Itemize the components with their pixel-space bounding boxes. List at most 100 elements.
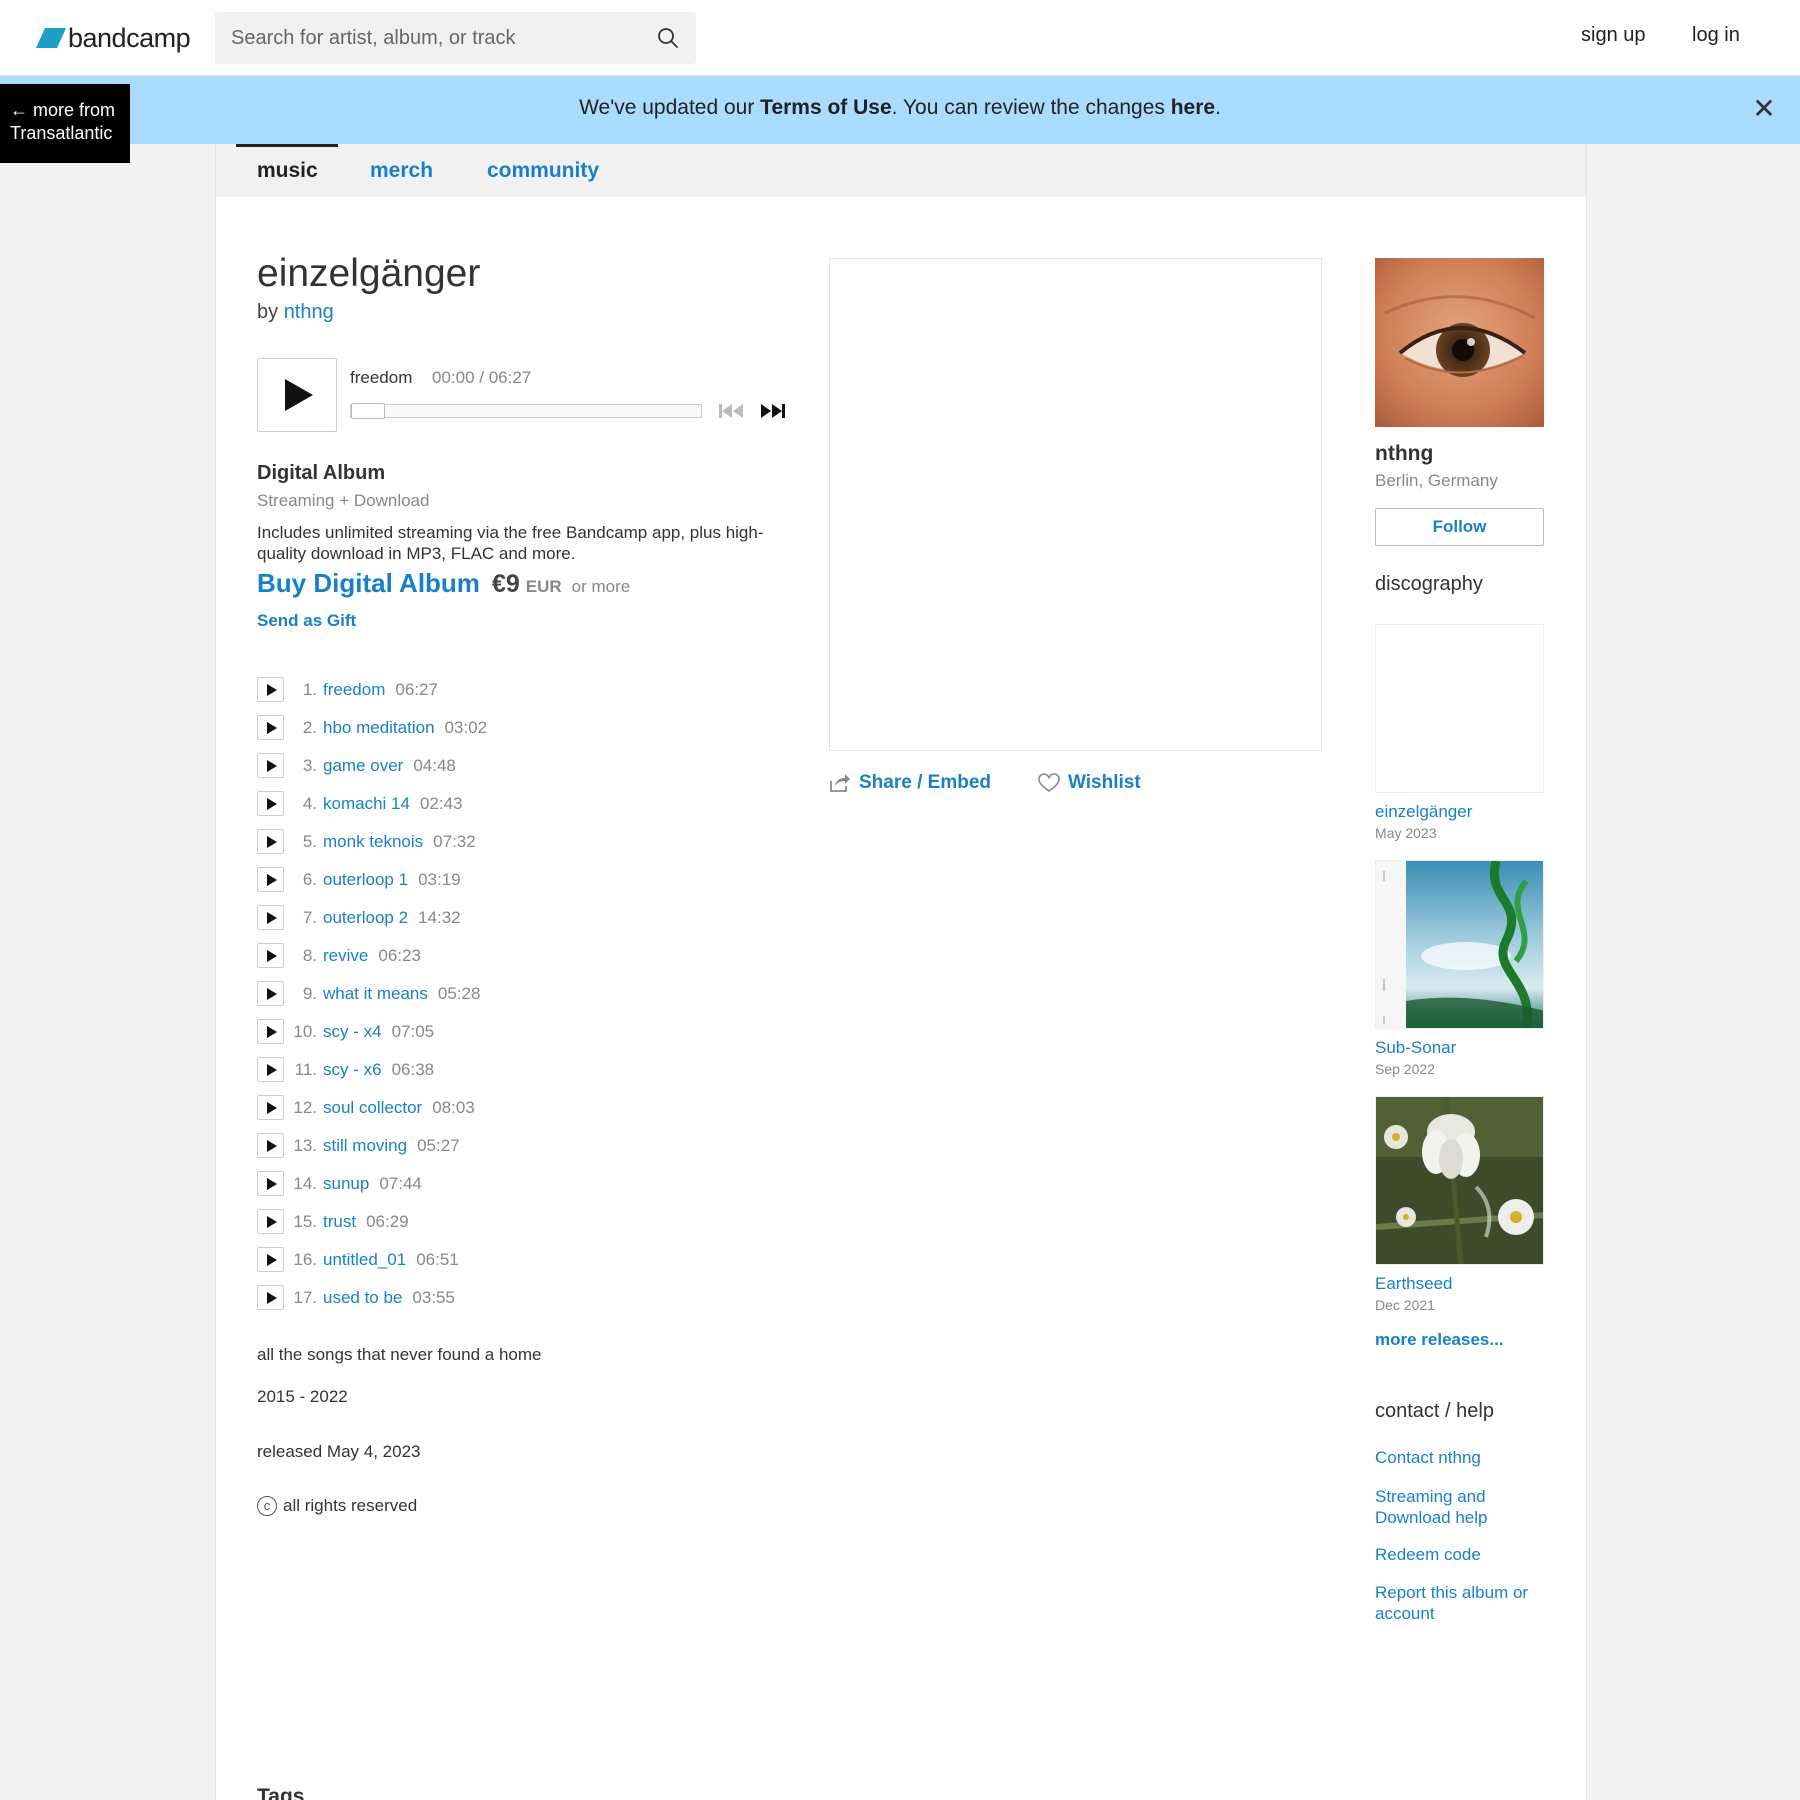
discography-item-earthseed[interactable]: Earthseed Dec 2021 [1375, 1096, 1544, 1313]
track-title-link[interactable]: untitled_01 [323, 1250, 406, 1269]
track-row[interactable]: 14. sunup 07:44 [257, 1165, 797, 1203]
track-play-button[interactable] [257, 1209, 284, 1234]
track-row[interactable]: 6. outerloop 1 03:19 [257, 861, 797, 899]
track-row[interactable]: 4. komachi 14 02:43 [257, 785, 797, 823]
release-cover[interactable] [1375, 860, 1544, 1029]
track-title-link[interactable]: sunup [323, 1174, 369, 1193]
track-play-button[interactable] [257, 715, 284, 740]
track-number: 11. [294, 1060, 317, 1079]
track-row[interactable]: 7. outerloop 2 14:32 [257, 899, 797, 937]
track-row[interactable]: 16. untitled_01 06:51 [257, 1241, 797, 1279]
search-input[interactable] [215, 12, 645, 64]
track-play-button[interactable] [257, 753, 284, 778]
terms-of-use-link[interactable]: Terms of Use [760, 96, 892, 119]
release-title[interactable]: einzelgänger [1375, 802, 1544, 822]
track-title-link[interactable]: game over [323, 756, 403, 775]
more-releases-link[interactable]: more releases... [1375, 1330, 1504, 1350]
track-number: 6. [302, 870, 317, 889]
tab-music[interactable]: music [236, 144, 338, 183]
or-more-label: or more [571, 577, 631, 596]
share-embed-button[interactable]: Share / Embed [829, 772, 991, 794]
previous-track-icon[interactable] [718, 403, 744, 419]
send-as-gift-link[interactable]: Send as Gift [257, 611, 356, 631]
changes-here-link[interactable]: here [1171, 96, 1215, 119]
track-play-button[interactable] [257, 1247, 284, 1272]
sign-up-link[interactable]: sign up [1581, 24, 1646, 47]
wishlist-button[interactable]: Wishlist [1038, 772, 1141, 794]
tab-community[interactable]: community [487, 159, 599, 183]
track-row[interactable]: 8. revive 06:23 [257, 937, 797, 975]
more-from-label-button[interactable]: ← more from Transatlantic [0, 84, 130, 163]
album-years: 2015 - 2022 [257, 1387, 348, 1406]
album-art[interactable] [829, 258, 1322, 751]
track-play-button[interactable] [257, 1095, 284, 1120]
track-title-link[interactable]: outerloop 1 [323, 870, 408, 889]
track-title-link[interactable]: scy - x4 [323, 1022, 382, 1041]
banner-message: We've updated our Terms of Use. You can … [0, 96, 1800, 120]
redeem-code-link[interactable]: Redeem code [1375, 1544, 1555, 1565]
track-play-button[interactable] [257, 1133, 284, 1158]
track-row[interactable]: 11. scy - x6 06:38 [257, 1051, 797, 1089]
artist-link[interactable]: nthng [284, 301, 334, 323]
share-icon [830, 774, 850, 792]
track-title-link[interactable]: trust [323, 1212, 356, 1231]
track-play-button[interactable] [257, 1019, 284, 1044]
release-cover[interactable] [1375, 1096, 1544, 1265]
progress-handle[interactable] [351, 403, 385, 419]
buy-digital-album-button[interactable]: Buy Digital Album [257, 568, 480, 599]
track-row[interactable]: 13. still moving 05:27 [257, 1127, 797, 1165]
discography-item-sub-sonar[interactable]: Sub-Sonar Sep 2022 [1375, 860, 1544, 1077]
track-play-button[interactable] [257, 981, 284, 1006]
track-play-button[interactable] [257, 1057, 284, 1082]
follow-button[interactable]: Follow [1375, 508, 1544, 546]
track-play-button[interactable] [257, 1285, 284, 1310]
track-row[interactable]: 3. game over 04:48 [257, 747, 797, 785]
streaming-download-help-link[interactable]: Streaming and Download help [1375, 1486, 1555, 1528]
progress-bar[interactable] [350, 403, 702, 419]
tab-merch[interactable]: merch [370, 159, 433, 183]
track-row[interactable]: 2. hbo meditation 03:02 [257, 709, 797, 747]
track-play-button[interactable] [257, 905, 284, 930]
track-duration: 05:27 [417, 1136, 460, 1155]
track-row[interactable]: 10. scy - x4 07:05 [257, 1013, 797, 1051]
next-track-icon[interactable] [760, 403, 786, 419]
track-play-button[interactable] [257, 791, 284, 816]
track-title-link[interactable]: hbo meditation [323, 718, 435, 737]
track-play-button[interactable] [257, 867, 284, 892]
track-duration: 06:23 [378, 946, 421, 965]
track-title-link[interactable]: komachi 14 [323, 794, 410, 813]
track-row[interactable]: 15. trust 06:29 [257, 1203, 797, 1241]
track-row[interactable]: 1. freedom 06:27 [257, 671, 797, 709]
track-row[interactable]: 12. soul collector 08:03 [257, 1089, 797, 1127]
report-album-link[interactable]: Report this album or account [1375, 1582, 1555, 1624]
track-row[interactable]: 17. used to be 03:55 [257, 1279, 797, 1317]
track-title-link[interactable]: outerloop 2 [323, 908, 408, 927]
track-play-button[interactable] [257, 829, 284, 854]
discography-item-einzelganger[interactable]: einzelgänger May 2023 [1375, 624, 1544, 841]
sidebar-artist-name[interactable]: nthng [1375, 442, 1433, 466]
track-title-link[interactable]: still moving [323, 1136, 407, 1155]
track-title-link[interactable]: freedom [323, 680, 385, 699]
log-in-link[interactable]: log in [1692, 24, 1740, 47]
search-box [215, 12, 696, 64]
track-title-link[interactable]: what it means [323, 984, 428, 1003]
track-title-link[interactable]: revive [323, 946, 368, 965]
play-button[interactable] [257, 358, 337, 432]
track-row[interactable]: 5. monk teknois 07:32 [257, 823, 797, 861]
release-cover[interactable] [1375, 624, 1544, 793]
track-title-link[interactable]: used to be [323, 1288, 402, 1307]
track-play-button[interactable] [257, 943, 284, 968]
track-play-button[interactable] [257, 1171, 284, 1196]
track-title-link[interactable]: soul collector [323, 1098, 422, 1117]
release-title[interactable]: Earthseed [1375, 1274, 1544, 1294]
search-icon[interactable] [656, 26, 680, 50]
track-title-link[interactable]: monk teknois [323, 832, 423, 851]
bandcamp-logo[interactable]: bandcamp [36, 20, 191, 56]
release-title[interactable]: Sub-Sonar [1375, 1038, 1544, 1058]
contact-artist-link[interactable]: Contact nthng [1375, 1447, 1555, 1468]
artist-photo[interactable] [1375, 258, 1544, 427]
close-icon[interactable]: ✕ [1750, 95, 1778, 124]
track-play-button[interactable] [257, 677, 284, 702]
track-title-link[interactable]: scy - x6 [323, 1060, 382, 1079]
track-row[interactable]: 9. what it means 05:28 [257, 975, 797, 1013]
